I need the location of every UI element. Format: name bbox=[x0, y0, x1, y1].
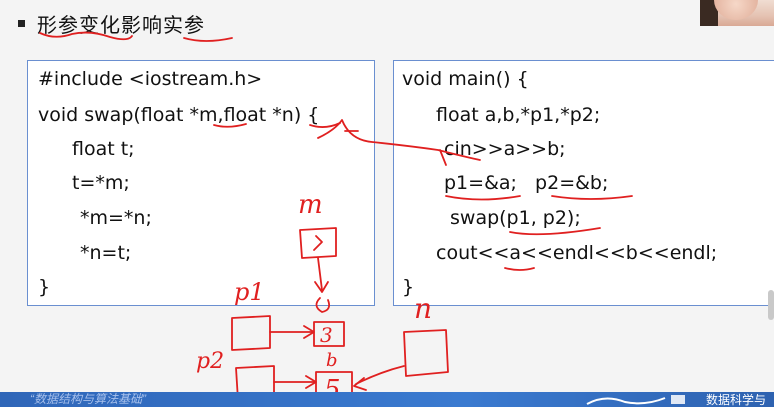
code-line: *m=*n; bbox=[80, 207, 152, 229]
p1-arrow-head bbox=[303, 325, 315, 339]
val3-label: 3 bbox=[320, 323, 333, 347]
p1-box bbox=[231, 315, 271, 351]
val3-box bbox=[313, 321, 345, 347]
code-line: swap(p1, p2); bbox=[450, 207, 581, 229]
university-logo-icon bbox=[586, 395, 685, 405]
code-line: void swap(float *m,float *n) { bbox=[38, 104, 320, 126]
bullet-icon bbox=[18, 19, 25, 27]
n-pointer-box bbox=[403, 329, 449, 377]
footer-bar: “数据结构与算法基础” 数据科学与 bbox=[0, 392, 774, 407]
footer-course-text: “数据结构与算法基础” bbox=[30, 392, 146, 406]
code-line: float a,b,*p1,*p2; bbox=[436, 104, 601, 126]
n-arrow-head bbox=[353, 377, 367, 391]
code-line: #include <iostream.h> bbox=[38, 68, 263, 90]
scrollbar-thumb[interactable] bbox=[768, 290, 774, 320]
code-line: void main() { bbox=[402, 68, 529, 90]
code-line: cout<<a<<endl<<b<<endl; bbox=[436, 242, 718, 264]
p2-arrow-head bbox=[305, 375, 317, 389]
code-line: } bbox=[38, 276, 51, 298]
code-line: cin>>a>>b; bbox=[444, 138, 566, 160]
footer-brand-text: 数据科学与 bbox=[706, 393, 767, 407]
p2-label: p2 bbox=[196, 349, 224, 374]
title-row: 形参变化影响实参 bbox=[18, 6, 205, 40]
webcam-video bbox=[700, 0, 774, 26]
code-line: } bbox=[402, 276, 415, 298]
n-arrow bbox=[355, 365, 405, 385]
code-line: p1=&a; p2=&b; bbox=[444, 172, 609, 194]
code-line: t=*m; bbox=[72, 172, 130, 194]
code-line: *n=t; bbox=[80, 242, 132, 264]
code-line: float t; bbox=[72, 138, 135, 160]
slide: 形参变化影响实参 #include <iostream.h> void swap… bbox=[0, 0, 774, 407]
swap-function-code-box: #include <iostream.h> void swap(float *m… bbox=[27, 60, 375, 306]
b-label: b bbox=[326, 350, 338, 371]
main-function-code-box: void main() { float a,b,*p1,*p2; cin>>a>… bbox=[393, 60, 774, 306]
slide-title: 形参变化影响实参 bbox=[37, 12, 205, 37]
webcam-face bbox=[714, 0, 758, 20]
